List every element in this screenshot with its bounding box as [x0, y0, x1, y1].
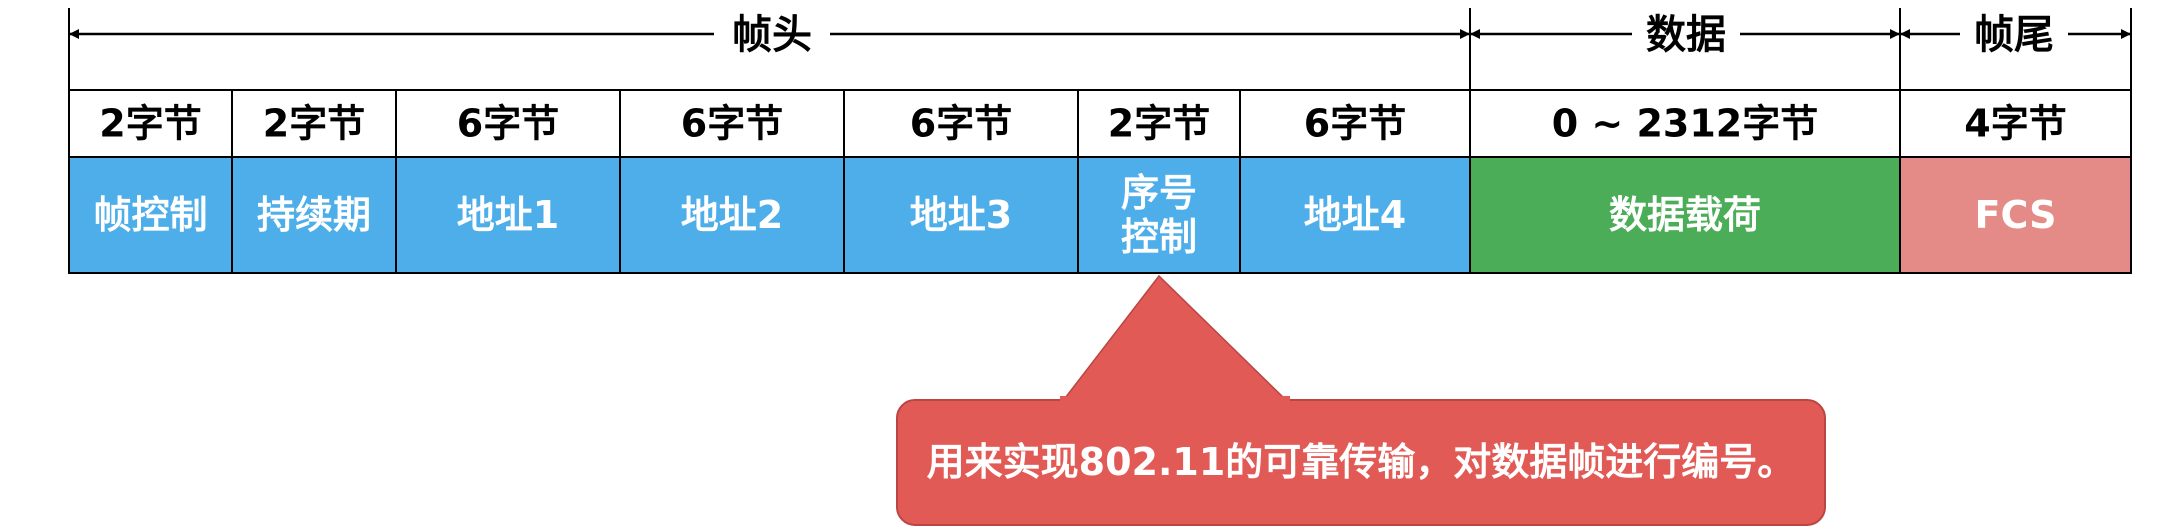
section-trailer-label: 帧尾 — [1974, 12, 2054, 58]
field-name: FCS — [1975, 193, 2057, 237]
field-name: 持续期 — [257, 193, 371, 237]
frame-format-diagram: 帧头 数据 帧尾 2字节帧控制2字节持续期6字节地址16字节地址26字节地址32… — [68, 8, 2132, 526]
field-table: 2字节帧控制 2字节持续期 6字节地址1 6字节地址2 6字节地址3 2字节序号控制 6字节… — [68, 89, 2132, 274]
size-label: 6字节 — [1304, 102, 1406, 146]
size-label: 0 ~ 2312字节 — [1552, 102, 1819, 146]
size-label: 6字节 — [681, 102, 783, 146]
callout-seam — [1060, 396, 1290, 404]
callout-pointer — [1060, 274, 1290, 403]
callout: 用来实现802.11的可靠传输，对数据帧进行编号。 — [896, 274, 1826, 526]
field-name: 帧控制 — [93, 193, 207, 237]
field-name: 地址1 — [457, 193, 559, 237]
size-label: 6字节 — [457, 102, 559, 146]
callout-text: 用来实现802.11的可靠传输，对数据帧进行编号。 — [927, 440, 1796, 484]
size-label: 2字节 — [263, 102, 365, 146]
field-name: 地址3 — [910, 193, 1012, 237]
size-label: 6字节 — [910, 102, 1012, 146]
field-name: 控制 — [1121, 215, 1197, 259]
size-label: 2字节 — [1108, 102, 1210, 146]
size-label: 2字节 — [99, 102, 201, 146]
section-data-label: 数据 — [1646, 12, 1726, 58]
field-name: 序号 — [1121, 171, 1197, 215]
section-header-label: 帧头 — [732, 12, 812, 58]
field-name: 数据载荷 — [1609, 193, 1761, 237]
size-label: 4字节 — [1964, 102, 2066, 146]
field-name: 地址2 — [681, 193, 783, 237]
field-name: 地址4 — [1304, 193, 1406, 237]
